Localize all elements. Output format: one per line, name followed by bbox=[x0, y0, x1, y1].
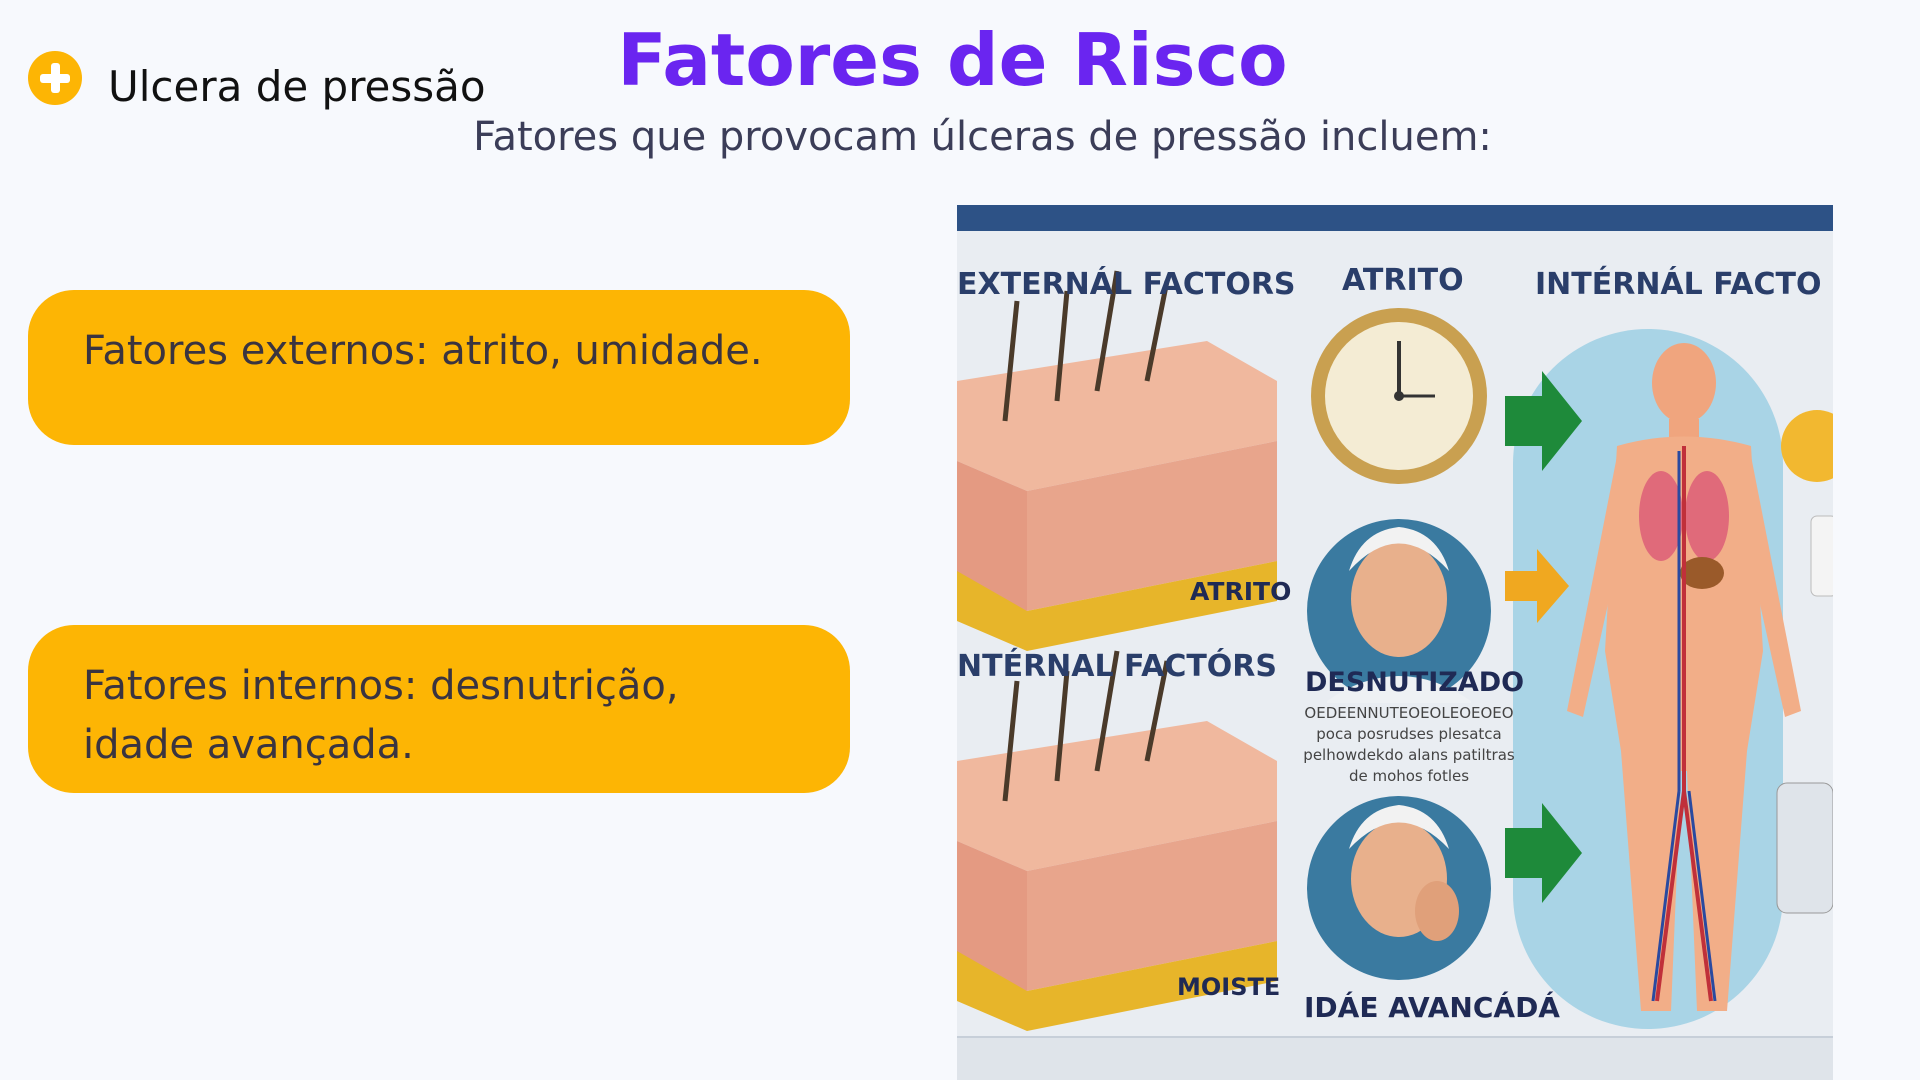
page-subtitle: Fatores que provocam úlceras de pressão … bbox=[473, 114, 1492, 160]
risk-factors-illustration: EXTERNÁL FACTORS ATRITO INTÉRNÁL FACTO N… bbox=[957, 205, 1833, 1080]
clock-icon bbox=[1311, 308, 1487, 484]
label-atrito: ATRITO bbox=[1190, 577, 1292, 606]
patient-photo-icon bbox=[1776, 782, 1833, 914]
card-text: Fatores internos: desnutrição, idade ava… bbox=[83, 663, 679, 768]
label-idade-avancada: IDÁE AVANCÁDÁ bbox=[1304, 991, 1560, 1024]
supplement-icon bbox=[1781, 410, 1833, 482]
heading-internal-factors-left: NTÉRNAL FACTÓRS bbox=[957, 649, 1278, 684]
label-moiste: MOISTE bbox=[1177, 973, 1281, 1001]
illustration-caption: OEDEENNUTEOEOLEOEOEO poca posrudses ples… bbox=[1303, 704, 1515, 785]
heading-internal-factors-right: INTÉRNÁL FACTO bbox=[1535, 267, 1822, 302]
heading-atrito: ATRITO bbox=[1342, 263, 1464, 298]
label-desnutrizado: DESNUTIZADO bbox=[1305, 667, 1525, 698]
pill-bottle-icon bbox=[1810, 515, 1833, 597]
card-internal-factors: Fatores internos: desnutrição, idade ava… bbox=[28, 625, 850, 793]
illustration-footer bbox=[957, 1036, 1833, 1080]
card-text: Fatores externos: atrito, umidade. bbox=[83, 328, 763, 374]
card-external-factors: Fatores externos: atrito, umidade. bbox=[28, 290, 850, 445]
heading-external-factors: EXTERNÁL FACTORS bbox=[957, 267, 1296, 302]
elderly-man-thinking-portrait-icon bbox=[1307, 796, 1491, 980]
page-title: Fatores de Risco bbox=[617, 18, 1288, 102]
